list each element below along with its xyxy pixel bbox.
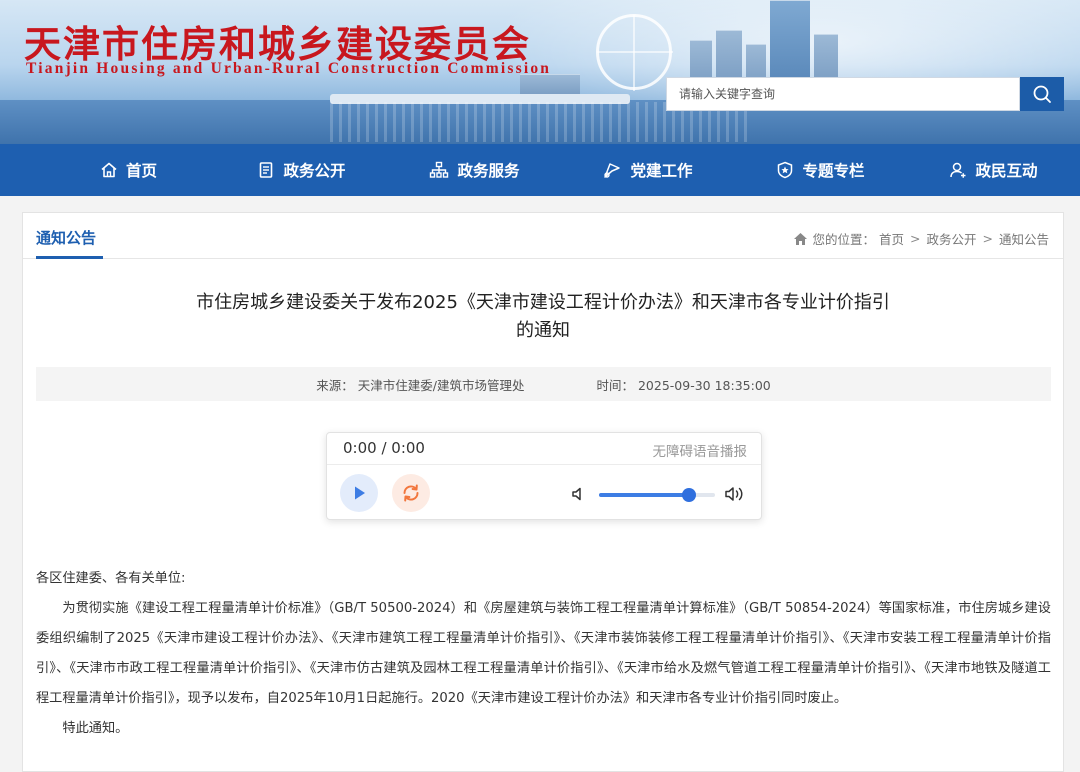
article-meta: 来源： 天津市住建委/建筑市场管理处 时间： 2025-09-30 18:35:… bbox=[36, 367, 1051, 401]
search-bar bbox=[666, 77, 1064, 111]
main-nav: 首页 政务公开 政务服务 党建工作 专题专栏 政民互动 bbox=[0, 144, 1080, 196]
time-value: 2025-09-30 18:35:00 bbox=[637, 377, 771, 393]
nav-item-public-interaction[interactable]: 政民互动 bbox=[907, 144, 1080, 196]
document-icon bbox=[260, 162, 273, 178]
nav-item-party-building[interactable]: 党建工作 bbox=[561, 144, 734, 196]
nav-item-special-topics[interactable]: 专题专栏 bbox=[734, 144, 907, 196]
header-banner: 天津市住房和城乡建设委员会 Tianjin Housing and Urban-… bbox=[0, 0, 1080, 144]
audio-player: 0:00 / 0:00 无障碍语音播报 bbox=[326, 432, 762, 520]
article-title: 市住房城乡建设委关于发布2025《天津市建设工程计价办法》和天津市各专业计价指引… bbox=[63, 289, 1023, 345]
volume-slider[interactable] bbox=[599, 488, 715, 502]
home-icon bbox=[794, 232, 808, 245]
search-icon bbox=[1033, 85, 1051, 103]
article-body: 各区住建委、各有关单位: 为贯彻实施《建设工程工程量清单计价标准》（GB/T 5… bbox=[36, 564, 1051, 744]
site-logo-subtitle: Tianjin Housing and Urban-Rural Construc… bbox=[26, 60, 552, 77]
content-card: 通知公告 您的位置： 首页 > 政务公开 > 通知公告 市住房城乡建设委关于发布… bbox=[22, 212, 1064, 772]
home-icon bbox=[101, 162, 117, 178]
breadcrumb-separator: > bbox=[982, 231, 993, 246]
ferris-wheel bbox=[596, 14, 673, 91]
section-header: 通知公告 您的位置： 首页 > 政务公开 > 通知公告 bbox=[23, 213, 1063, 259]
nav-item-label: 专题专栏 bbox=[802, 162, 865, 180]
loop-icon bbox=[403, 484, 419, 502]
volume-high-icon[interactable] bbox=[724, 485, 746, 503]
time-label: 时间： bbox=[596, 377, 634, 393]
article-title-line: 的通知 bbox=[516, 320, 570, 341]
breadcrumb-notices-link[interactable]: 通知公告 bbox=[999, 229, 1049, 248]
nav-item-label: 政务服务 bbox=[457, 162, 520, 180]
player-label: 无障碍语音播报 bbox=[652, 444, 748, 460]
search-input[interactable] bbox=[666, 77, 1020, 111]
volume-slider-fill bbox=[599, 493, 690, 497]
section-title[interactable]: 通知公告 bbox=[36, 227, 96, 248]
nav-item-label: 首页 bbox=[125, 162, 157, 180]
player-top-row: 0:00 / 0:00 无障碍语音播报 bbox=[327, 433, 761, 465]
nav-item-gov-affairs[interactable]: 政务公开 bbox=[215, 144, 388, 196]
section-title-underline bbox=[36, 256, 103, 259]
breadcrumb: 您的位置： 首页 > 政务公开 > 通知公告 bbox=[793, 229, 1049, 248]
source-label: 来源： bbox=[316, 377, 354, 393]
article-title-line: 市住房城乡建设委关于发布2025《天津市建设工程计价办法》和天津市各专业计价指引 bbox=[196, 292, 890, 313]
breadcrumb-gov-affairs-link[interactable]: 政务公开 bbox=[926, 229, 976, 248]
article-source: 来源： 天津市住建委/建筑市场管理处 bbox=[316, 375, 524, 394]
badge-icon bbox=[778, 161, 793, 179]
flag-icon bbox=[604, 163, 621, 178]
breadcrumb-prefix: 您的位置： bbox=[812, 232, 875, 247]
article-paragraph: 为贯彻实施《建设工程工程量清单计价标准》（GB/T 50500-2024）和《房… bbox=[36, 601, 1051, 706]
play-button[interactable] bbox=[340, 474, 378, 512]
article-time: 时间： 2025-09-30 18:35:00 bbox=[596, 375, 770, 394]
search-button[interactable] bbox=[1020, 77, 1064, 111]
nav-item-label: 政务公开 bbox=[283, 162, 346, 180]
volume-low-icon[interactable] bbox=[571, 486, 587, 502]
player-time: 0:00 / 0:00 bbox=[343, 439, 425, 457]
article-closing: 特此通知。 bbox=[62, 721, 129, 736]
breadcrumb-home-link[interactable]: 首页 bbox=[879, 229, 904, 248]
play-icon bbox=[355, 486, 365, 500]
source-value: 天津市住建委/建筑市场管理处 bbox=[357, 377, 525, 393]
nav-item-label: 党建工作 bbox=[630, 162, 693, 180]
org-icon bbox=[430, 161, 449, 178]
user-icon bbox=[950, 162, 966, 178]
breadcrumb-separator: > bbox=[910, 231, 921, 246]
loop-button[interactable] bbox=[392, 474, 430, 512]
nav-item-home[interactable]: 首页 bbox=[42, 144, 215, 196]
nav-item-label: 政民互动 bbox=[975, 162, 1038, 180]
article-salutation: 各区住建委、各有关单位: bbox=[36, 571, 186, 586]
volume-slider-handle[interactable] bbox=[682, 488, 697, 502]
nav-item-gov-services[interactable]: 政务服务 bbox=[388, 144, 561, 196]
